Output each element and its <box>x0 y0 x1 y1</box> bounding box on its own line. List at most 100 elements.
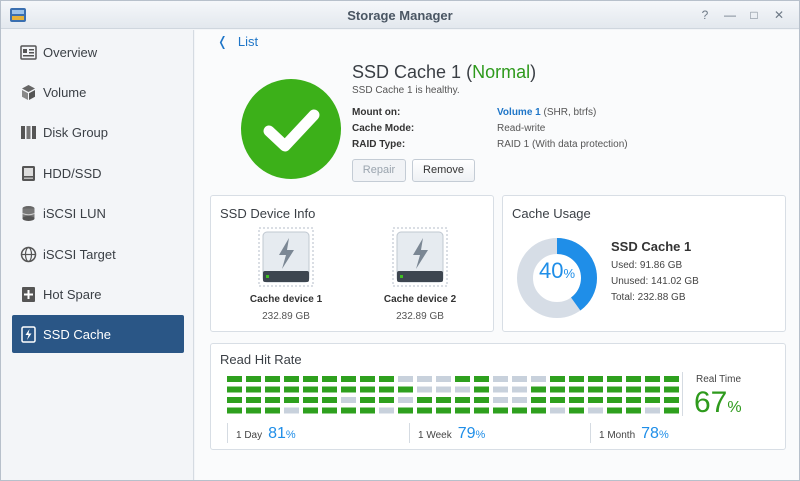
remove-button[interactable]: Remove <box>412 159 475 182</box>
sidebar-item-iscsi-lun[interactable]: iSCSI LUN <box>12 194 184 232</box>
hit-cell <box>246 397 261 403</box>
checkmark-icon <box>263 109 320 152</box>
sidebar-item-hdd-ssd[interactable]: HDD/SSD <box>12 154 184 192</box>
realtime-number: 67 <box>694 386 728 419</box>
percent-sign: % <box>563 266 576 281</box>
hit-cell <box>474 397 489 403</box>
month-value: 78 <box>641 425 659 442</box>
mount-label: Mount on: <box>352 107 401 118</box>
close-icon[interactable]: ✕ <box>770 6 788 24</box>
raid-type-label: RAID Type: <box>352 139 406 150</box>
miss-cell <box>417 386 432 393</box>
hit-cell <box>550 386 565 393</box>
miss-cell <box>550 407 565 414</box>
hit-cell <box>588 386 603 393</box>
mount-value: Volume 1 (SHR, btrfs) <box>497 107 596 118</box>
miss-cell <box>455 386 470 393</box>
repair-button[interactable]: Repair <box>352 159 406 182</box>
hit-cell <box>474 407 489 414</box>
hit-cell <box>569 376 584 382</box>
maximize-icon[interactable]: □ <box>745 6 763 24</box>
hit-cell <box>360 386 375 393</box>
hit-cell <box>303 397 318 403</box>
hit-cell <box>322 376 337 382</box>
sidebar-item-overview[interactable]: Overview <box>12 33 184 71</box>
hit-cell <box>341 386 356 393</box>
hit-cell <box>436 407 451 414</box>
percent-sign: % <box>475 429 486 441</box>
hit-cell <box>341 407 356 414</box>
hit-cell <box>379 397 394 403</box>
chevron-left-icon: ❬ <box>217 34 228 49</box>
sidebar-item-label: HDD/SSD <box>43 166 102 181</box>
hit-cell <box>360 407 375 414</box>
hit-cell <box>569 386 584 393</box>
hdd-icon <box>22 166 35 181</box>
hit-cell <box>246 376 261 382</box>
realtime-divider <box>682 372 683 416</box>
miss-cell <box>512 376 527 382</box>
sidebar-item-label: Hot Spare <box>43 287 102 302</box>
week-stat: 1 Week 79% <box>418 425 485 443</box>
percent-sign: % <box>727 399 742 416</box>
hit-cell <box>417 407 432 414</box>
cache-device-1: Cache device 1 232.89 GB <box>226 227 346 322</box>
hit-cell <box>474 386 489 393</box>
minimize-icon[interactable]: — <box>721 6 739 24</box>
back-to-list-link[interactable]: ❬ List <box>217 34 258 50</box>
hit-cell <box>645 386 660 393</box>
health-description: SSD Cache 1 is healthy. <box>352 85 460 96</box>
hit-cell <box>569 397 584 403</box>
hit-cell <box>645 376 660 382</box>
sidebar-item-ssd-cache[interactable]: SSD Cache <box>12 315 184 353</box>
usage-total: Total: 232.88 GB <box>611 292 686 303</box>
hit-cell <box>227 407 242 414</box>
hit-cell <box>398 407 413 414</box>
hit-cell <box>626 386 641 393</box>
month-label: 1 Month <box>599 430 636 441</box>
hit-rate-grid <box>227 376 679 414</box>
raid-type-value: RAID 1 (With data protection) <box>497 139 628 150</box>
hit-cell <box>626 376 641 382</box>
ssd-cache-icon <box>21 326 36 343</box>
iscsi-lun-icon <box>22 206 35 221</box>
hit-cell <box>246 386 261 393</box>
sidebar-item-disk-group[interactable]: Disk Group <box>12 113 184 151</box>
hit-cell <box>246 407 261 414</box>
hit-cell <box>360 376 375 382</box>
volume-icon <box>22 85 35 100</box>
device-name: Cache device 1 <box>249 294 323 305</box>
day-label: 1 Day <box>236 430 263 441</box>
usage-used: Used: 91.86 GB <box>611 260 683 271</box>
sidebar-item-iscsi-target[interactable]: iSCSI Target <box>12 235 184 273</box>
hit-cell <box>360 397 375 403</box>
hit-cell <box>645 397 660 403</box>
sidebar-item-hot-spare[interactable]: Hot Spare <box>12 275 184 313</box>
help-icon[interactable]: ? <box>696 6 714 24</box>
cache-device-2: Cache device 2 232.89 GB <box>360 227 480 322</box>
cache-mode-label: Cache Mode: <box>352 123 415 134</box>
hit-cell <box>436 397 451 403</box>
sidebar-item-label: iSCSI LUN <box>43 206 106 221</box>
sidebar: Overview Volume Disk Group HDD/SSD iSCSI… <box>1 30 194 480</box>
volume-link[interactable]: Volume 1 <box>497 107 541 118</box>
panel-title: Read Hit Rate <box>220 352 302 367</box>
sidebar-item-label: Overview <box>43 45 98 60</box>
hit-cell <box>607 376 622 382</box>
week-value: 79 <box>457 425 476 442</box>
hit-cell <box>322 407 337 414</box>
hit-cell <box>455 397 470 403</box>
overview-icon <box>20 45 37 60</box>
ssd-drive-icon <box>392 227 448 287</box>
realtime-value: 67% <box>694 386 742 420</box>
hit-cell <box>379 376 394 382</box>
miss-cell <box>493 376 508 382</box>
usage-unused: Unused: 141.02 GB <box>611 276 699 287</box>
sidebar-item-volume[interactable]: Volume <box>12 73 184 111</box>
cache-mode-value: Read-write <box>497 123 546 134</box>
panel-title: Cache Usage <box>512 206 591 221</box>
miss-cell <box>398 376 413 382</box>
hit-cell <box>265 397 280 403</box>
week-label: 1 Week <box>418 430 452 441</box>
miss-cell <box>645 407 660 414</box>
